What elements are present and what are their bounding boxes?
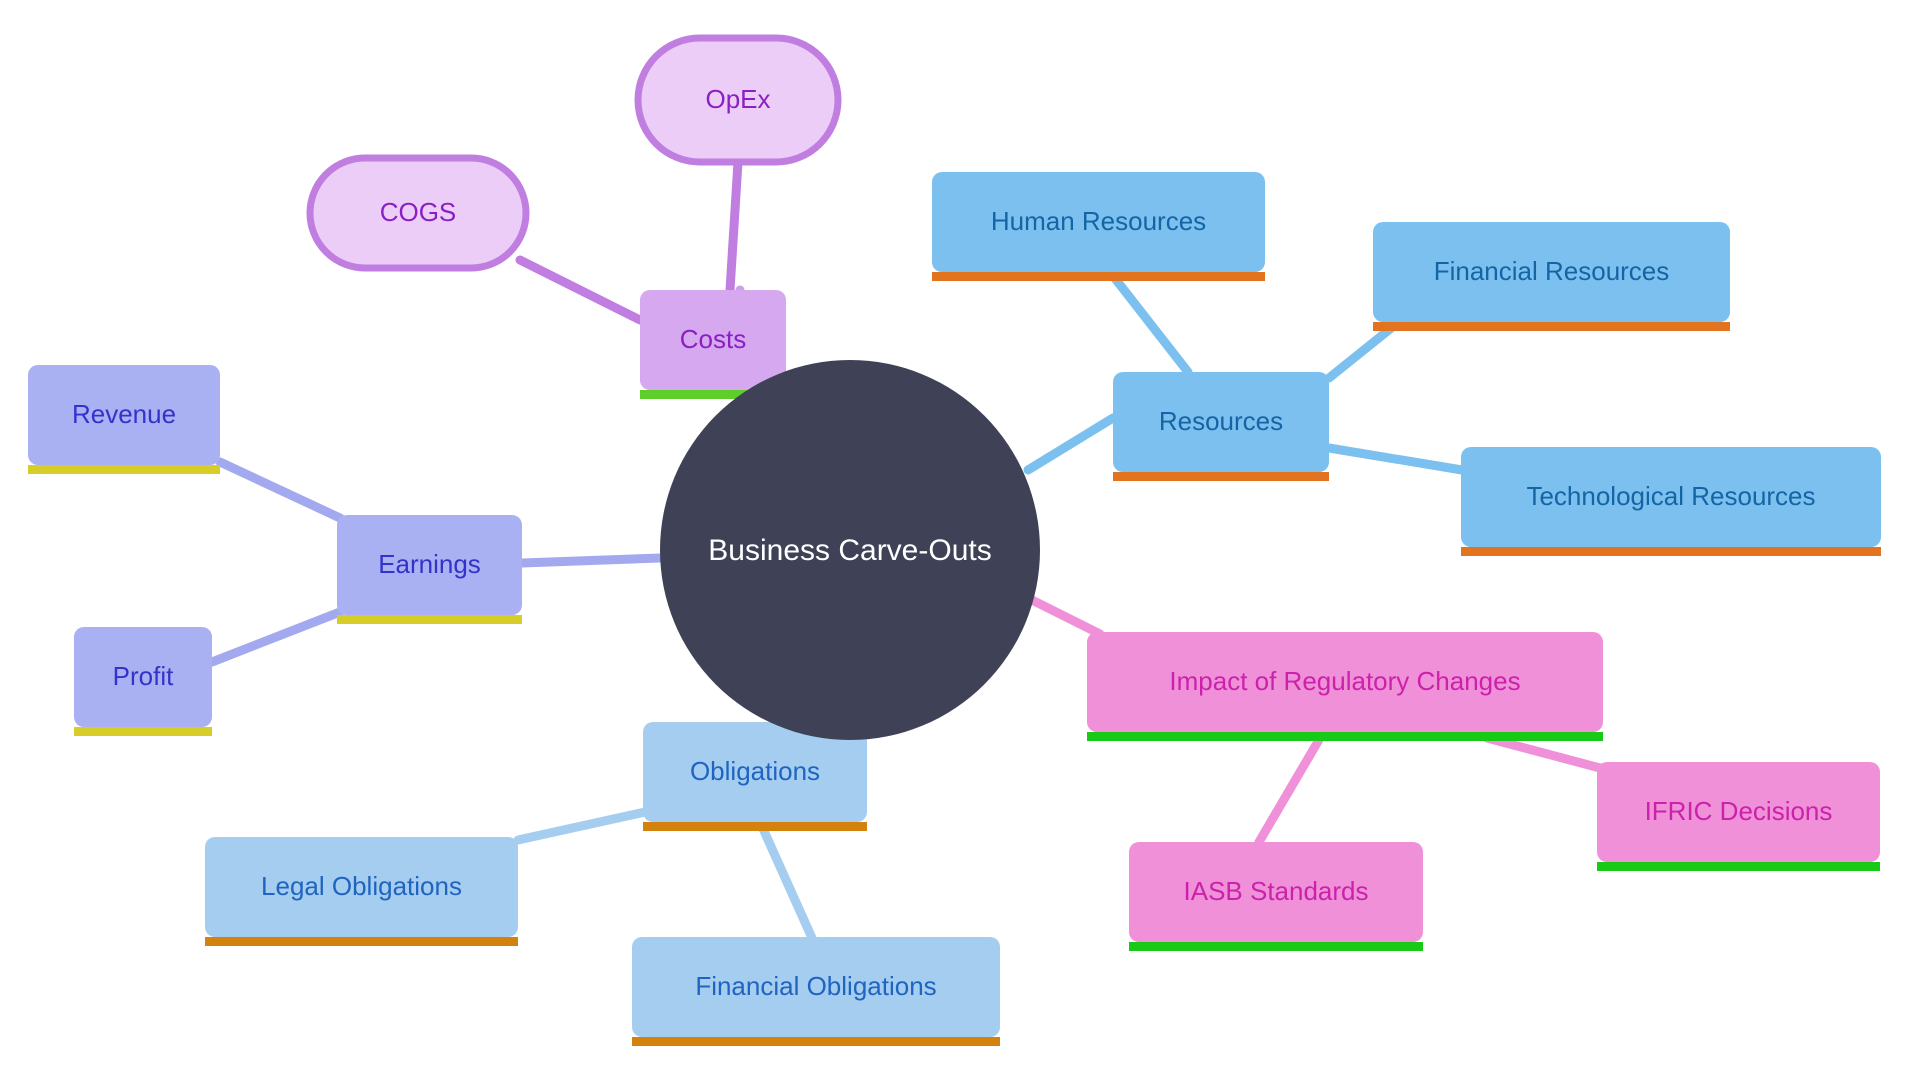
node-label-legal_obligations: Legal Obligations — [261, 871, 462, 901]
node-label-iasb_standards: IASB Standards — [1184, 876, 1369, 906]
node-cogs[interactable]: COGS — [306, 154, 530, 272]
edge-costs-to-opex — [725, 157, 743, 295]
node-accent-bar-technological_resources — [1461, 547, 1881, 556]
node-label-earnings: Earnings — [378, 549, 481, 579]
node-label-profit: Profit — [113, 661, 174, 691]
node-accent-bar-revenue — [28, 465, 220, 474]
node-financial_obligations[interactable]: Financial Obligations — [632, 937, 1000, 1046]
edge-root-to-resources — [1023, 413, 1118, 475]
node-label-human_resources: Human Resources — [991, 206, 1206, 236]
node-label-financial_resources: Financial Resources — [1434, 256, 1670, 286]
node-ifric_decisions[interactable]: IFRIC Decisions — [1597, 762, 1880, 871]
edge-obligations-to-financial_obligations — [755, 817, 817, 943]
node-label-impact_regulatory: Impact of Regulatory Changes — [1169, 666, 1520, 696]
node-label-financial_obligations: Financial Obligations — [695, 971, 936, 1001]
node-label-technological_resources: Technological Resources — [1526, 481, 1815, 511]
node-technological_resources[interactable]: Technological Resources — [1461, 447, 1881, 556]
node-accent-bar-impact_regulatory — [1087, 732, 1603, 741]
node-resources[interactable]: Resources — [1113, 372, 1329, 481]
root-node-label: Business Carve-Outs — [708, 534, 991, 567]
node-label-costs: Costs — [680, 324, 746, 354]
node-opex[interactable]: OpEx — [634, 34, 842, 166]
node-revenue[interactable]: Revenue — [28, 365, 220, 474]
edge-costs-to-cogs — [515, 255, 645, 325]
node-accent-bar-resources — [1113, 472, 1329, 481]
mindmap-canvas: OpEx COGS Costs Revenue Earnings Profit Human … — [0, 0, 1920, 1080]
node-label-cogs: COGS — [380, 197, 457, 227]
edge-impact_regulatory-to-iasb_standards — [1254, 733, 1325, 847]
node-accent-bar-obligations — [643, 822, 867, 831]
node-label-ifric_decisions: IFRIC Decisions — [1645, 796, 1833, 826]
node-accent-bar-ifric_decisions — [1597, 862, 1880, 871]
root-node[interactable]: Business Carve-Outs — [660, 360, 1040, 740]
edge-obligations-to-legal_obligations — [513, 807, 650, 845]
node-human_resources[interactable]: Human Resources — [932, 172, 1265, 281]
edge-impact_regulatory-to-ifric_decisions — [1482, 733, 1605, 773]
node-accent-bar-profit — [74, 727, 212, 736]
edge-earnings-to-profit — [207, 607, 345, 667]
edge-root-to-impact_regulatory — [1027, 595, 1105, 639]
node-accent-bar-legal_obligations — [205, 937, 518, 946]
node-label-resources: Resources — [1159, 406, 1283, 436]
edge-root-to-earnings — [517, 553, 665, 568]
node-profit[interactable]: Profit — [74, 627, 212, 736]
node-accent-bar-financial_obligations — [632, 1037, 1000, 1046]
node-accent-bar-financial_resources — [1373, 322, 1730, 331]
node-earnings[interactable]: Earnings — [337, 515, 522, 624]
node-accent-bar-human_resources — [932, 272, 1265, 281]
edge-earnings-to-revenue — [215, 457, 345, 523]
node-financial_resources[interactable]: Financial Resources — [1373, 222, 1730, 331]
node-iasb_standards[interactable]: IASB Standards — [1129, 842, 1423, 951]
node-impact_regulatory[interactable]: Impact of Regulatory Changes — [1087, 632, 1603, 741]
node-label-opex: OpEx — [705, 84, 770, 114]
node-label-revenue: Revenue — [72, 399, 176, 429]
mindmap-diagram: OpEx COGS Costs Revenue Earnings Profit Human … — [28, 34, 1881, 1046]
node-label-obligations: Obligations — [690, 756, 820, 786]
node-accent-bar-iasb_standards — [1129, 942, 1423, 951]
edge-resources-to-technological_resources — [1324, 443, 1467, 475]
node-accent-bar-earnings — [337, 615, 522, 624]
node-legal_obligations[interactable]: Legal Obligations — [205, 837, 518, 946]
edge-resources-to-human_resources — [1105, 267, 1193, 377]
root-node-layer: Business Carve-Outs — [660, 360, 1040, 740]
edge-resources-to-financial_resources — [1324, 320, 1400, 383]
